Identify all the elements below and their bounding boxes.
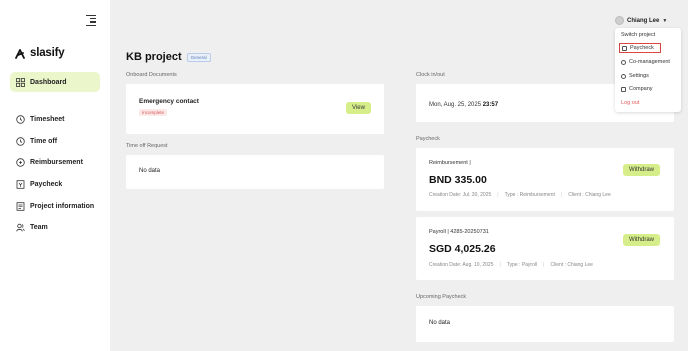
avatar xyxy=(615,16,624,25)
onboard-section-label: Onboard Documents xyxy=(126,72,177,78)
paycheck-type: Reimbursement | xyxy=(429,160,471,166)
onboard-card: Emergency contact Incomplete View xyxy=(126,84,384,134)
menu-item-label: Co-management xyxy=(629,59,670,65)
withdraw-button[interactable]: Withdraw xyxy=(623,234,661,246)
dashboard-icon xyxy=(15,77,25,87)
sidebar-item-label: Paycheck xyxy=(30,180,63,188)
menu-item-co-management[interactable]: Co-management xyxy=(621,59,670,65)
onboard-doc-title: Emergency contact xyxy=(139,98,199,105)
sidebar: slasify Dashboard Timesheet Time off Rei… xyxy=(0,0,110,351)
paycheck-amount: BND 335.00 xyxy=(429,174,487,186)
paycheck-section-label: Paycheck xyxy=(416,136,440,142)
menu-item-company[interactable]: Company xyxy=(621,86,653,92)
user-menu-trigger[interactable]: Chiang Lee ▼ xyxy=(615,16,667,25)
paycheck-card: Reimbursement | BND 335.00 Creation Date… xyxy=(416,148,674,211)
withdraw-button[interactable]: Withdraw xyxy=(623,164,661,176)
menu-item-settings[interactable]: Settings xyxy=(621,73,649,79)
clock-icon xyxy=(15,136,25,146)
menu-item-logout[interactable]: Log out xyxy=(621,100,639,106)
menu-item-label: Paycheck xyxy=(630,45,654,51)
sidebar-item-label: Project information xyxy=(30,202,95,210)
paycheck-meta: Creation Date: Jul. 30, 2025 | Type : Re… xyxy=(429,192,611,198)
team-icon xyxy=(15,222,25,232)
meta-separator: | xyxy=(543,262,545,268)
clock-time: 23:57 xyxy=(482,102,499,108)
menu-item-label: Log out xyxy=(621,100,640,106)
sidebar-item-label: Reimbursement xyxy=(30,158,83,166)
paycheck-type: Payroll | 4285-20250731 xyxy=(429,229,489,235)
paycheck-amount: SGD 4,025.26 xyxy=(429,243,496,255)
collapse-sidebar-icon[interactable] xyxy=(86,15,96,26)
paycheck-card: Payroll | 4285-20250731 SGD 4,025.26 Cre… xyxy=(416,217,674,280)
sidebar-item-label: Dashboard xyxy=(30,78,67,86)
clock-date: Mon, Aug. 25, 2025 xyxy=(429,102,482,108)
logo: slasify xyxy=(14,47,65,59)
time-off-section-label: Time off Request xyxy=(126,143,168,149)
clock-section-label: Clock in/out xyxy=(416,72,445,78)
menu-item-label: Settings xyxy=(629,73,649,79)
gear-icon xyxy=(621,73,626,79)
sidebar-item-team[interactable]: Team xyxy=(10,217,100,237)
sidebar-item-label: Team xyxy=(30,223,48,231)
paycheck-type-meta: Type : Reimbursement xyxy=(504,192,555,198)
paycheck-client: Client : Chiang Lee xyxy=(568,192,611,198)
page-title: KB project General xyxy=(126,51,211,63)
creation-date: Creation Date: Aug. 10, 2025 xyxy=(429,262,494,268)
sidebar-item-reimbursement[interactable]: Reimbursement xyxy=(10,152,100,172)
time-off-card: No data xyxy=(126,155,384,189)
team-icon xyxy=(621,59,626,65)
slasify-logo-icon xyxy=(15,49,25,59)
creation-date: Creation Date: Jul. 30, 2025 xyxy=(429,192,492,198)
reimbursement-icon xyxy=(15,157,25,167)
sidebar-item-label: Timesheet xyxy=(30,115,65,123)
sidebar-item-timesheet[interactable]: Timesheet xyxy=(10,109,100,129)
clock-icon xyxy=(15,114,25,124)
paycheck-icon xyxy=(622,45,627,51)
status-badge: Incomplete xyxy=(139,109,168,116)
sidebar-item-dashboard[interactable]: Dashboard xyxy=(10,72,100,92)
paycheck-meta: Creation Date: Aug. 10, 2025 | Type : Pa… xyxy=(429,262,593,268)
upcoming-empty: No data xyxy=(429,320,451,326)
project-title: KB project xyxy=(126,51,182,63)
sidebar-item-project-information[interactable]: Project information xyxy=(10,196,100,216)
view-button[interactable]: View xyxy=(346,102,371,114)
upcoming-section-label: Upcoming Paycheck xyxy=(416,294,467,300)
building-icon xyxy=(621,86,626,92)
sidebar-item-paycheck[interactable]: Paycheck xyxy=(10,174,100,194)
menu-item-paycheck[interactable]: Paycheck xyxy=(619,43,661,53)
meta-separator: | xyxy=(497,192,499,198)
meta-separator: | xyxy=(560,192,563,198)
menu-item-label: Company xyxy=(629,86,653,92)
user-name: Chiang Lee xyxy=(627,17,660,24)
document-icon xyxy=(15,201,25,211)
paycheck-client: Client : Chiang Lee xyxy=(550,262,593,268)
menu-item-switch-project[interactable]: Switch project xyxy=(621,32,655,38)
time-off-empty: No data xyxy=(139,168,161,174)
sidebar-item-label: Time off xyxy=(30,137,58,145)
clock-datetime: Mon, Aug. 25, 2025 23:57 xyxy=(429,102,498,108)
user-dropdown: Switch project Paycheck Co-management Se… xyxy=(615,28,681,112)
menu-item-label: Switch project xyxy=(621,32,656,38)
paycheck-icon xyxy=(15,179,25,189)
chevron-down-icon: ▼ xyxy=(662,17,668,24)
upcoming-card: No data xyxy=(416,306,674,342)
logo-text: slasify xyxy=(30,47,65,59)
project-tag: General xyxy=(186,52,211,62)
meta-separator: | xyxy=(499,262,501,268)
sidebar-item-time-off[interactable]: Time off xyxy=(10,131,100,151)
paycheck-type-meta: Type : Payroll xyxy=(506,262,538,268)
